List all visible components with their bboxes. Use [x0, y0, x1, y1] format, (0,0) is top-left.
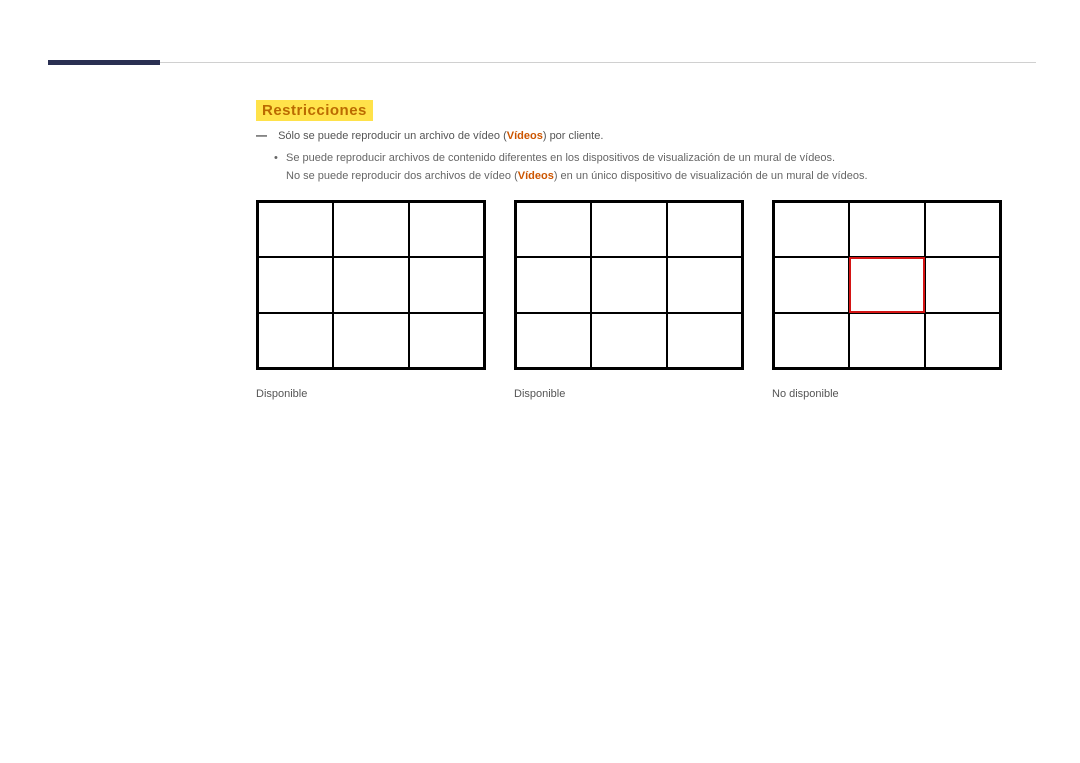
grid-cell [849, 313, 924, 368]
grid-cell [333, 257, 408, 312]
grid-cell [333, 313, 408, 368]
grid-cell [667, 202, 742, 257]
note-prefix: Sólo se puede reproducir un archivo de v… [278, 130, 507, 142]
grid-cell [774, 313, 849, 368]
grid-cell [925, 313, 1000, 368]
top-separator [48, 62, 1036, 63]
grid-column-1: Disponible [256, 200, 486, 400]
grid-cell [667, 257, 742, 312]
grid-cell [516, 202, 591, 257]
bullet-2: No se puede reproducir dos archivos de v… [286, 170, 868, 182]
grid-row: Disponible Disponible No disponi [256, 200, 1002, 400]
grid-cell [667, 313, 742, 368]
grid-available-2 [514, 200, 744, 370]
grid-cell-highlight [849, 257, 924, 312]
grid-cell [925, 202, 1000, 257]
note-line: ― Sólo se puede reproducir un archivo de… [256, 128, 603, 145]
accent-bar [48, 60, 160, 65]
grid-cell [774, 202, 849, 257]
grid-cell [516, 313, 591, 368]
note-marker: ― [256, 130, 267, 142]
grid-cell [258, 313, 333, 368]
bullet2-suffix: ) en un único dispositivo de visualizaci… [554, 170, 868, 182]
grid-available-1 [256, 200, 486, 370]
note-suffix: ) por cliente. [543, 130, 604, 142]
grid-cell [591, 202, 666, 257]
caption-2: Disponible [514, 388, 744, 400]
grid-cell [516, 257, 591, 312]
section-heading: Restricciones [256, 100, 373, 121]
grid-cell [591, 313, 666, 368]
grid-cell [774, 257, 849, 312]
note-keyword: Vídeos [507, 130, 543, 142]
grid-cell [409, 257, 484, 312]
grid-column-2: Disponible [514, 200, 744, 400]
grid-cell [409, 313, 484, 368]
grid-cell [409, 202, 484, 257]
bullet2-keyword: Vídeos [518, 170, 554, 182]
grid-cell [333, 202, 408, 257]
caption-1: Disponible [256, 388, 486, 400]
grid-cell [258, 202, 333, 257]
grid-unavailable [772, 200, 1002, 370]
grid-column-3: No disponible [772, 200, 1002, 400]
grid-cell [849, 202, 924, 257]
grid-cell [258, 257, 333, 312]
bullet-1: Se puede reproducir archivos de contenid… [286, 152, 835, 164]
bullet2-prefix: No se puede reproducir dos archivos de v… [286, 170, 518, 182]
grid-cell [925, 257, 1000, 312]
grid-cell [591, 257, 666, 312]
caption-3: No disponible [772, 388, 1002, 400]
